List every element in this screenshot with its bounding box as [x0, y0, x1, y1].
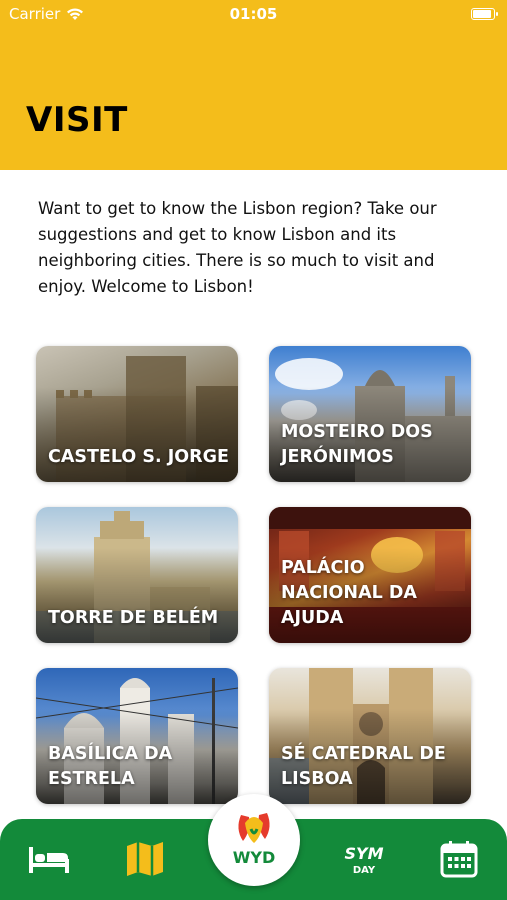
svg-text:SYM: SYM [344, 844, 383, 863]
symday-icon: SYM DAY [344, 844, 383, 876]
battery-icon [471, 8, 498, 20]
header: Carrier 01:05 VISIT [0, 0, 507, 170]
svg-text:DAY: DAY [353, 865, 376, 876]
place-card-basilica-da-estrela[interactable]: Basílica da Estrela [36, 668, 238, 804]
status-bar: Carrier 01:05 [0, 0, 507, 28]
place-title: Torre de Belém [48, 608, 219, 628]
tab-visit-map[interactable] [122, 839, 168, 879]
place-title: Basílica da Estrela [48, 744, 173, 789]
wyd-home-button[interactable]: WYD [208, 794, 300, 886]
place-title: Sé Catedral de Lisboa [281, 744, 446, 789]
place-card-palacio-nacional-da-ajuda[interactable]: Palácio Nacional da Ajuda [269, 507, 471, 643]
clock: 01:05 [229, 5, 278, 23]
place-card-se-catedral-de-lisboa[interactable]: Sé Catedral de Lisboa [269, 668, 471, 804]
wyd-logo: WYD [233, 813, 276, 867]
place-title: Mosteiro dos Jerónimos [281, 422, 433, 467]
place-card-torre-de-belem[interactable]: Torre de Belém [36, 507, 238, 643]
places-grid: Castelo S. Jorge Mosteiro dos Jerónimos [36, 346, 472, 806]
place-title: Palácio Nacional da Ajuda [281, 558, 417, 628]
place-title: Castelo S. Jorge [48, 447, 229, 467]
calendar-icon [440, 841, 478, 878]
tab-accommodation[interactable] [26, 839, 72, 879]
place-card-mosteiro-dos-jeronimos[interactable]: Mosteiro dos Jerónimos [269, 346, 471, 482]
map-icon [127, 842, 163, 876]
page-title: VISIT [26, 100, 128, 140]
svg-text:WYD: WYD [233, 848, 276, 867]
bed-icon [29, 847, 69, 873]
tab-calendar[interactable] [436, 839, 482, 879]
place-card-castelo-s-jorge[interactable]: Castelo S. Jorge [36, 346, 238, 482]
tab-symday[interactable]: SYM DAY [338, 839, 390, 879]
intro-text: Want to get to know the Lisbon region? T… [38, 199, 437, 296]
